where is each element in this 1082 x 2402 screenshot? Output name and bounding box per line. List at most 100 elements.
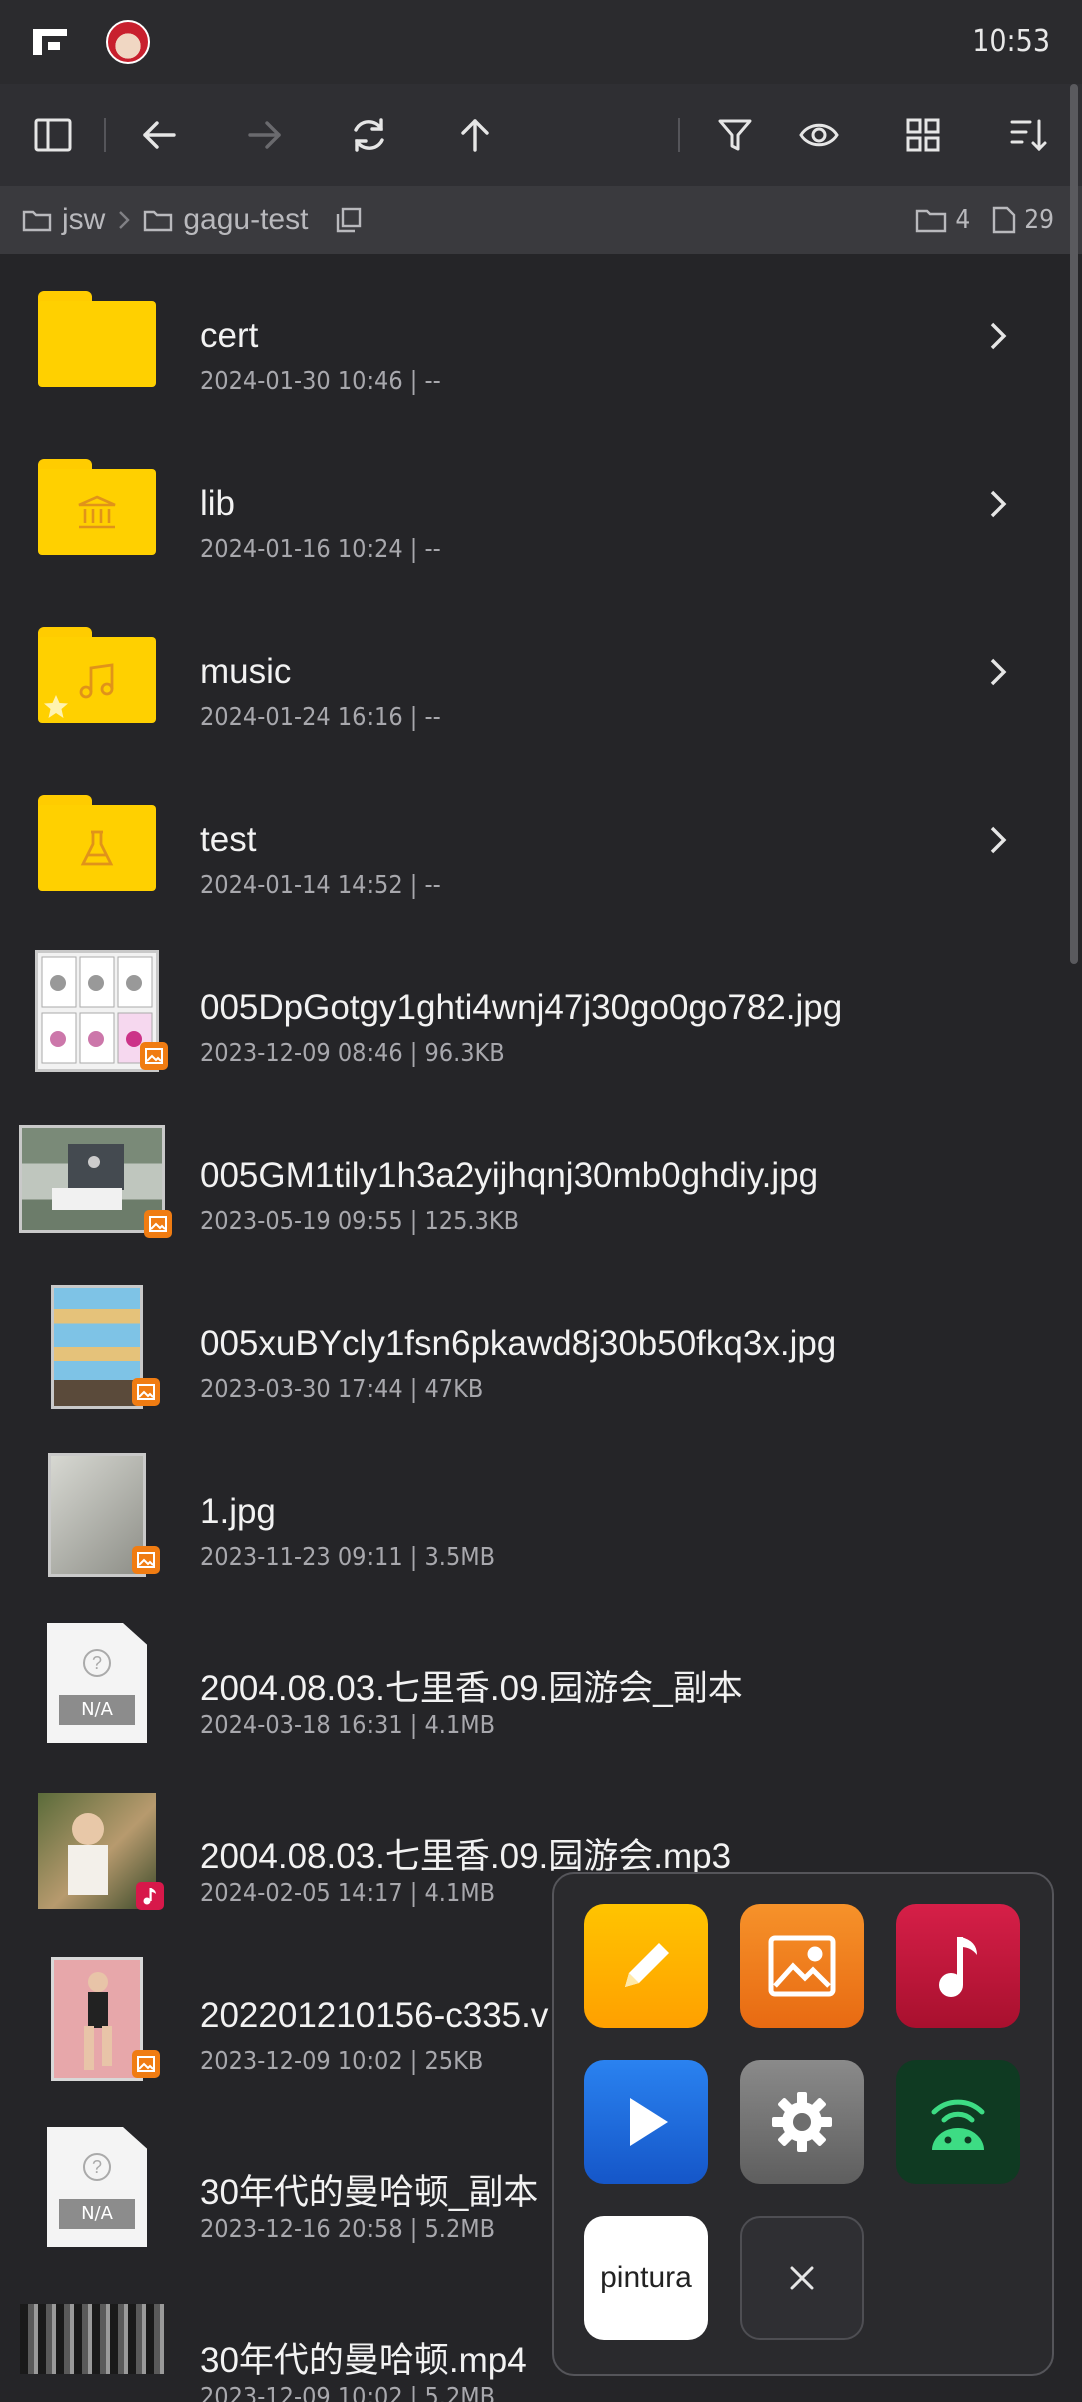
file-name: music bbox=[200, 652, 292, 691]
image-thumbnail bbox=[30, 1285, 164, 1409]
file-count-icon bbox=[993, 206, 1016, 234]
file-name: 202201210156-c335.v bbox=[200, 1996, 549, 2035]
file-meta: 2024-02-05 14:17 | 4.1MB bbox=[200, 1878, 496, 1907]
item-counts: 4 29 bbox=[915, 186, 1054, 254]
file-count: 29 bbox=[992, 205, 1054, 235]
file-meta: 2023-11-23 09:11 | 3.5MB bbox=[200, 1542, 496, 1571]
image-type-icon bbox=[144, 1210, 172, 1238]
back-arrow-icon[interactable] bbox=[134, 110, 184, 160]
file-name: 30年代的曼哈顿_副本 bbox=[200, 2173, 539, 2212]
sort-icon[interactable] bbox=[1004, 110, 1054, 160]
video-player-button[interactable] bbox=[584, 2060, 708, 2184]
file-name: 2004.08.03.七里香.09.园游会_副本 bbox=[200, 1669, 743, 1708]
file-name: lib bbox=[200, 484, 236, 523]
file-meta: 2023-12-09 10:02 | 25KB bbox=[200, 2046, 484, 2075]
image-thumbnail bbox=[30, 1453, 164, 1577]
play-icon bbox=[630, 2098, 668, 2146]
chevron-right-icon bbox=[990, 658, 1007, 686]
scrollbar[interactable] bbox=[1070, 84, 1078, 964]
folder-outline-icon bbox=[22, 210, 52, 232]
image-type-icon bbox=[132, 2050, 160, 2078]
file-meta: 2023-12-16 20:58 | 5.2MB bbox=[200, 2214, 496, 2243]
file-meta: 2024-03-18 16:31 | 4.1MB bbox=[200, 1710, 496, 1739]
image-icon bbox=[768, 1935, 836, 1997]
pintura-label: pintura bbox=[600, 2261, 692, 2294]
file-row-image[interactable]: 005GM1tily1h3a2yijhqnj30mb0ghdiy.jpg 202… bbox=[0, 1094, 1066, 1262]
status-bar: 10:53 bbox=[0, 0, 1082, 84]
refresh-icon[interactable] bbox=[344, 110, 394, 160]
sidebar-toggle-icon[interactable] bbox=[28, 110, 78, 160]
folder-count-icon bbox=[916, 209, 947, 233]
file-row-music[interactable]: music 2024-01-24 16:16 | -- bbox=[0, 590, 1066, 758]
file-meta: 2023-05-19 09:55 | 125.3KB bbox=[200, 1206, 520, 1235]
image-type-icon bbox=[132, 1546, 160, 1574]
image-type-icon bbox=[132, 1378, 160, 1406]
chevron-right-icon bbox=[990, 490, 1007, 518]
folder-count: 4 bbox=[915, 205, 970, 235]
app-notification-icon bbox=[30, 26, 70, 58]
audio-thumbnail bbox=[30, 1793, 164, 1910]
music-folder-icon bbox=[30, 620, 164, 730]
music-player-button[interactable] bbox=[896, 1904, 1020, 2028]
pencil-icon bbox=[625, 1943, 669, 1987]
image-thumbnail bbox=[30, 1957, 164, 2081]
unknown-file-icon: ? N/A bbox=[30, 1623, 164, 1743]
unknown-file-icon: ? N/A bbox=[30, 2127, 164, 2247]
file-row-lib[interactable]: lib 2024-01-16 10:24 | -- bbox=[0, 422, 1066, 590]
image-type-icon bbox=[140, 1042, 168, 1070]
file-name: 1.jpg bbox=[200, 1492, 276, 1531]
file-meta: 2024-01-14 14:52 | -- bbox=[200, 870, 441, 899]
flask-folder-icon bbox=[30, 788, 164, 898]
file-row-image[interactable]: 005DpGotgy1ghti4wnj47j30go0go782.jpg 202… bbox=[0, 926, 1066, 1094]
chevron-right-icon bbox=[117, 209, 131, 231]
grid-view-icon[interactable] bbox=[898, 110, 948, 160]
breadcrumb: jsw gagu-test 4 29 bbox=[0, 186, 1082, 254]
toolbar bbox=[0, 84, 1082, 186]
file-meta: 2023-12-09 10:02 | 5.2MB bbox=[200, 2382, 496, 2402]
file-row-unknown[interactable]: ? N/A 2004.08.03.七里香.09.园游会_副本 2024-03-18… bbox=[0, 1598, 1066, 1766]
library-folder-icon bbox=[30, 452, 164, 562]
file-meta: 2024-01-30 10:46 | -- bbox=[200, 366, 441, 395]
copy-path-icon[interactable] bbox=[336, 207, 362, 233]
file-name: 005xuBYcly1fsn6pkawd8j30b50fkq3x.jpg bbox=[200, 1324, 837, 1363]
filter-icon[interactable] bbox=[710, 110, 760, 160]
file-name: 005GM1tily1h3a2yijhqnj30mb0ghdiy.jpg bbox=[200, 1156, 819, 1195]
app-launcher-popup: pintura bbox=[552, 1872, 1054, 2376]
image-viewer-button[interactable] bbox=[740, 1904, 864, 2028]
android-wifi-icon bbox=[931, 2099, 985, 2150]
status-clock: 10:53 bbox=[972, 24, 1050, 59]
breadcrumb-item-gagu-test[interactable]: gagu-test bbox=[143, 203, 308, 237]
folder-outline-icon bbox=[144, 210, 173, 232]
file-name: 005DpGotgy1ghti4wnj47j30go0go782.jpg bbox=[200, 988, 843, 1027]
forward-arrow-icon[interactable] bbox=[240, 110, 290, 160]
file-meta: 2023-12-09 08:46 | 96.3KB bbox=[200, 1038, 505, 1067]
star-icon bbox=[44, 695, 68, 718]
file-name: 30年代的曼哈顿.mp4 bbox=[200, 2341, 527, 2380]
file-meta: 2024-01-16 10:24 | -- bbox=[200, 534, 441, 563]
settings-button[interactable] bbox=[740, 2060, 864, 2184]
file-meta: 2024-01-24 16:16 | -- bbox=[200, 702, 441, 731]
image-thumbnail bbox=[19, 1124, 172, 1238]
file-name: cert bbox=[200, 316, 259, 355]
breadcrumb-item-jsw[interactable]: jsw bbox=[22, 203, 105, 237]
file-row-cert[interactable]: cert 2024-01-30 10:46 | -- bbox=[0, 254, 1066, 422]
gear-icon bbox=[772, 2092, 832, 2152]
music-type-icon bbox=[136, 1882, 164, 1910]
text-editor-button[interactable] bbox=[584, 1904, 708, 2028]
avatar-notification-icon bbox=[106, 20, 150, 64]
video-thumbnail bbox=[20, 2304, 164, 2402]
plain-folder-icon bbox=[30, 284, 164, 394]
file-row-image[interactable]: 005xuBYcly1fsn6pkawd8j30b50fkq3x.jpg 202… bbox=[0, 1262, 1066, 1430]
file-row-image[interactable]: 1.jpg 2023-11-23 09:11 | 3.5MB bbox=[0, 1430, 1066, 1598]
visibility-eye-icon[interactable] bbox=[794, 110, 844, 160]
file-row-test[interactable]: test 2024-01-14 14:52 | -- bbox=[0, 758, 1066, 926]
close-launcher-button[interactable] bbox=[740, 2216, 864, 2340]
chevron-right-icon bbox=[990, 826, 1007, 854]
up-directory-icon[interactable] bbox=[450, 110, 500, 160]
pintura-button[interactable]: pintura bbox=[584, 2216, 708, 2340]
file-meta: 2023-03-30 17:44 | 47KB bbox=[200, 1374, 484, 1403]
image-thumbnail bbox=[30, 950, 168, 1072]
music-note-icon bbox=[939, 1937, 977, 1997]
file-name: test bbox=[200, 820, 257, 859]
android-remote-button[interactable] bbox=[896, 2060, 1020, 2184]
